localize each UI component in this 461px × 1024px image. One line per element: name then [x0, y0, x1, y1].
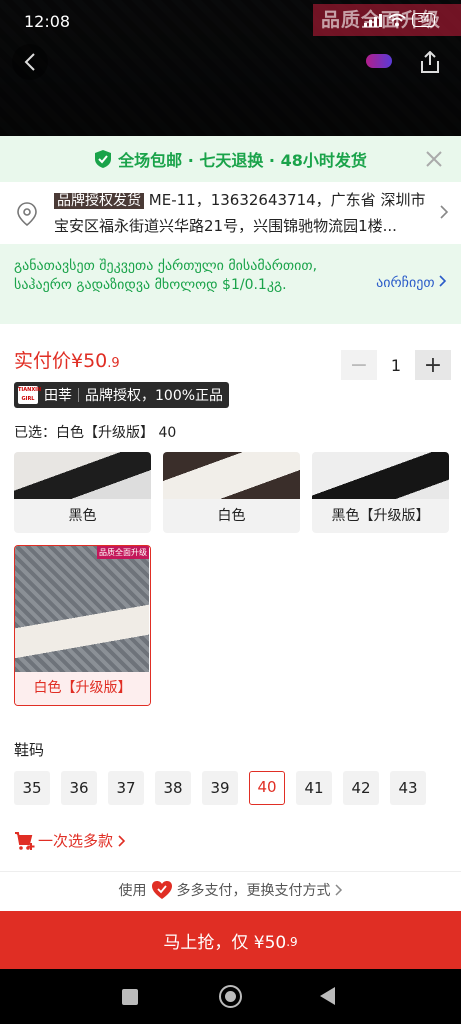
wifi-icon — [388, 13, 406, 27]
size-option[interactable]: 41 — [296, 771, 332, 805]
size-option[interactable]: 43 — [390, 771, 426, 805]
brand-logo: TIANXIN GIRL — [18, 386, 42, 404]
chevron-left-icon — [24, 53, 35, 71]
signal-icon — [364, 13, 383, 27]
size-option[interactable]: 42 — [343, 771, 379, 805]
color-option-white-upgraded[interactable]: 品质全面升级 白色【升级版】 — [14, 545, 151, 706]
buy-now-button[interactable]: 马上抢，仅 ¥50.9 — [0, 911, 461, 969]
quantity-plus-button[interactable]: + — [415, 350, 451, 380]
quantity-value[interactable]: 1 — [377, 356, 415, 375]
shipping-text: 全场包邮 · 七天退换 · 48小时发货 — [118, 151, 367, 170]
close-icon[interactable] — [423, 148, 445, 170]
color-option-black-upgraded[interactable]: 黑色【升级版】 — [312, 452, 449, 533]
multi-select-link[interactable]: 一次选多款 — [14, 830, 127, 851]
heart-pay-icon — [151, 881, 172, 899]
back-triangle-icon[interactable] — [320, 987, 335, 1005]
battery-icon: 34 — [412, 13, 435, 27]
selected-variant: 已选：白色【升级版】 40 — [14, 425, 177, 441]
quantity-stepper: − 1 + — [341, 350, 451, 380]
size-option[interactable]: 35 — [14, 771, 50, 805]
option-image — [14, 452, 151, 499]
size-option[interactable]: 37 — [108, 771, 144, 805]
option-image: 品质全面升级 — [15, 546, 149, 672]
size-option[interactable]: 36 — [61, 771, 97, 805]
payment-method-row[interactable]: 使用 多多支付，更换支付方式 — [0, 880, 461, 900]
system-nav-bar — [0, 969, 461, 1024]
price: 实付价¥50.9 — [14, 350, 120, 372]
size-option[interactable]: 39 — [202, 771, 238, 805]
address-line-1: ME-11，13632643714，广东省 深圳市 — [148, 191, 426, 209]
size-option[interactable]: 38 — [155, 771, 191, 805]
address-tag: 品牌授权发货 — [54, 193, 144, 209]
georgian-address-banner: განათავსეთ შეკვეთა ქართული მისამართით, ს… — [0, 244, 461, 324]
chevron-right-icon — [334, 884, 342, 896]
chevron-right-icon — [439, 275, 447, 287]
quantity-minus-button[interactable]: − — [341, 350, 377, 380]
option-image — [163, 452, 300, 499]
shield-check-icon — [95, 150, 112, 168]
live-indicator — [366, 54, 392, 68]
screen: 品质全面升级 12:08 34 全 — [0, 0, 461, 1024]
size-title: 鞋码 — [14, 741, 45, 759]
option-tag: 品质全面升级 — [97, 546, 149, 559]
option-image — [312, 452, 449, 499]
status-time: 12:08 — [24, 12, 71, 31]
cart-plus-icon — [15, 831, 35, 850]
back-button[interactable] — [12, 44, 48, 80]
color-option-white[interactable]: 白色 — [163, 452, 300, 533]
brand-name: 田莘 — [44, 388, 72, 404]
address-line-2: 宝安区福永街道兴华路21号，兴围锦驰物流园1楼... — [54, 217, 397, 235]
chevron-right-icon — [118, 834, 126, 847]
brand-auth-text: 品牌授权，100%正品 — [85, 388, 224, 404]
brand-badge: TIANXIN GIRL 田莘 品牌授权，100%正品 — [14, 382, 230, 408]
share-icon — [421, 51, 439, 73]
color-option-black[interactable]: 黑色 — [14, 452, 151, 533]
size-option-selected[interactable]: 40 — [249, 771, 285, 805]
georgian-choose-link[interactable]: აირჩიეთ — [376, 275, 447, 291]
shipping-banner: 全场包邮 · 七天退换 · 48小时发货 — [0, 136, 461, 182]
location-pin-icon — [17, 202, 37, 226]
share-button[interactable] — [413, 45, 447, 79]
home-icon[interactable] — [219, 985, 242, 1008]
status-bar: 12:08 34 — [0, 0, 461, 44]
address-row[interactable]: 品牌授权发货 ME-11，13632643714，广东省 深圳市 宝安区福永街道… — [0, 182, 461, 244]
chevron-right-icon — [440, 205, 449, 219]
size-options: 35 36 37 38 39 40 41 42 43 — [14, 771, 426, 805]
recents-icon[interactable] — [122, 989, 138, 1005]
georgian-banner-text: განათავსეთ შეკვეთა ქართული მისამართით, ს… — [14, 258, 318, 293]
